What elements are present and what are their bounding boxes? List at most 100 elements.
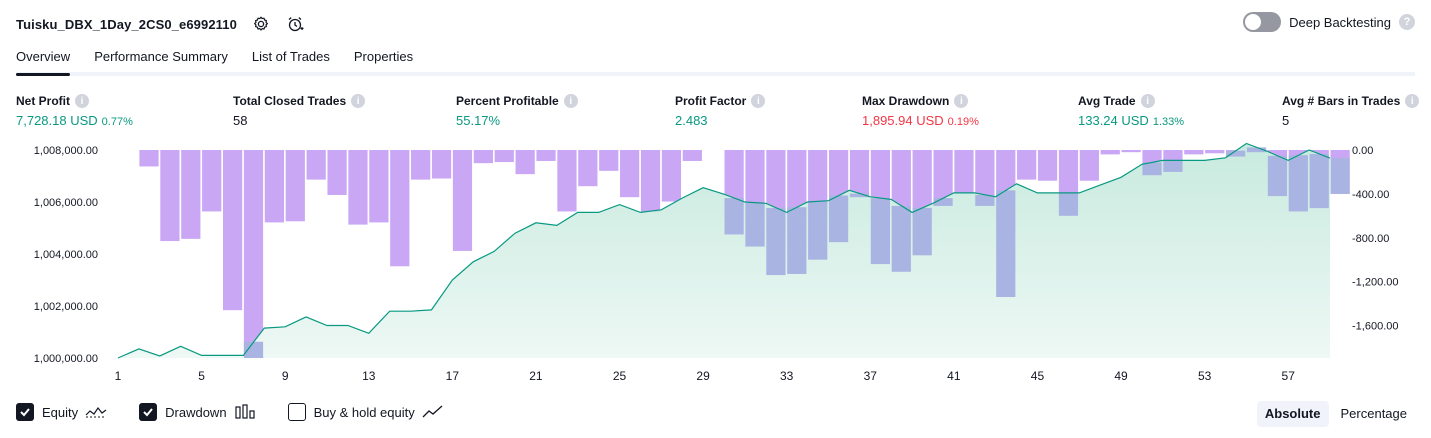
drawdown-bar (1079, 150, 1099, 181)
x-axis-tick: 45 (1031, 369, 1045, 383)
tab-overview[interactable]: Overview (16, 44, 71, 76)
right-axis-tick: -400.00 (1352, 189, 1389, 201)
x-axis: 1 5 9 13 17 21 25 29 33 37 41 45 49 53 57 (115, 369, 1296, 383)
info-icon[interactable]: i (563, 94, 578, 108)
metric-avg-trade: Avg Trade i 133.24 USD 1.33% (1078, 94, 1184, 128)
metric-max-drawdown: Max Drawdown i 1,895.94 USD 0.19% (862, 94, 979, 128)
left-axis-tick: 1,002,000.00 (34, 301, 98, 313)
x-axis-tick: 37 (864, 369, 878, 383)
info-icon[interactable]: i (351, 94, 366, 108)
drawdown-bar (348, 150, 368, 225)
drawdown-bar (473, 150, 493, 164)
drawdown-bar (1017, 150, 1037, 180)
buyhold-line-icon-graphic (422, 405, 443, 418)
drawdown-overlap-bar (1330, 158, 1350, 194)
gear-icon[interactable] (251, 14, 271, 34)
drawdown-bar (202, 150, 222, 212)
check-icon (143, 408, 153, 417)
info-icon[interactable]: i (1140, 94, 1155, 108)
x-axis-tick: 41 (947, 369, 961, 383)
drawdown-bar (1037, 150, 1058, 181)
x-axis-tick: 5 (198, 369, 205, 383)
gear-icon-graphic (253, 16, 268, 31)
right-axis: 0.00 -400.00 -800.00 -1,200.00 -1,600.00 (1352, 145, 1398, 333)
tab-performance-summary[interactable]: Performance Summary (94, 44, 228, 72)
drawdown-bar (578, 150, 598, 187)
x-axis-tick: 17 (446, 369, 460, 383)
drawdown-overlap-bar (724, 198, 744, 235)
equity-toggle[interactable]: Equity (16, 403, 107, 421)
drawdown-bar (682, 150, 702, 161)
tab-properties[interactable]: Properties (354, 44, 413, 72)
left-axis-tick: 1,008,000.00 (34, 145, 98, 157)
absolute-button[interactable]: Absolute (1256, 401, 1329, 427)
left-axis: 1,008,000.00 1,006,000.00 1,004,000.00 1,00… (34, 145, 98, 365)
drawdown-overlap-bar (1267, 155, 1288, 197)
metric-label: Profit Factor (675, 94, 747, 108)
drawdown-bar (515, 150, 535, 175)
drawdown-overlap-bar (787, 207, 807, 274)
drawdown-bar (640, 150, 661, 212)
x-axis-tick: 21 (529, 369, 543, 383)
drawdown-bar (536, 150, 556, 161)
buyhold-checkbox[interactable] (287, 403, 306, 421)
deep-backtesting: Deep Backtesting ? (1243, 12, 1415, 32)
x-axis-tick: 9 (282, 369, 289, 383)
left-axis-tick: 1,000,000.00 (34, 353, 98, 365)
info-icon[interactable]: i (954, 94, 969, 108)
deep-backtesting-toggle[interactable] (1243, 12, 1282, 32)
drawdown-bar (849, 150, 870, 198)
buyhold-toggle[interactable]: Buy & hold equity (287, 403, 444, 421)
metric-value: 2.483 (675, 113, 708, 128)
alarm-clock-plus-icon[interactable] (285, 14, 305, 34)
drawdown-overlap-bar (1288, 155, 1308, 212)
buyhold-label: Buy & hold equity (313, 404, 415, 420)
drawdown-toggle[interactable]: Drawdown (139, 403, 255, 421)
drawdown-bar (390, 150, 410, 267)
toggle-knob (1245, 14, 1262, 30)
info-icon[interactable]: i (1405, 94, 1420, 108)
drawdown-bar (557, 150, 577, 212)
metric-sub-value: 0.77% (101, 116, 133, 128)
metric-label: Net Profit (16, 94, 70, 108)
drawdown-bar (494, 150, 514, 163)
tab-list-of-trades[interactable]: List of Trades (252, 44, 330, 72)
drawdown-bar (954, 150, 974, 193)
drawdown-bar (411, 150, 431, 180)
metric-value: 5 (1282, 113, 1290, 128)
metric-label: Max Drawdown (862, 94, 950, 108)
metric-sub-value: 0.19% (947, 116, 979, 128)
equity-label: Equity (42, 404, 79, 420)
right-axis-tick: -1,600.00 (1352, 321, 1398, 333)
buyhold-line-icon (422, 404, 444, 420)
drawdown-bars-icon-graphic (234, 404, 255, 419)
help-icon[interactable]: ? (1399, 14, 1415, 30)
drawdown-overlap-bar (745, 202, 765, 247)
metric-label: Avg # Bars in Trades (1282, 94, 1401, 108)
info-icon[interactable]: i (75, 94, 89, 108)
x-axis-tick: 49 (1114, 369, 1128, 383)
x-axis-tick: 13 (362, 369, 376, 383)
drawdown-bar (1184, 150, 1204, 155)
info-icon[interactable]: i (751, 94, 766, 108)
drawdown-overlap-bar (996, 190, 1016, 298)
drawdown-bars-icon (234, 404, 256, 420)
x-axis-tick: 29 (696, 369, 710, 383)
metric-label: Percent Profitable (456, 94, 559, 108)
equity-line-icon (85, 404, 107, 420)
equity-checkbox[interactable] (16, 403, 34, 421)
drawdown-bar (160, 150, 180, 242)
deep-backtesting-label: Deep Backtesting (1289, 14, 1391, 30)
drawdown-checkbox[interactable] (139, 403, 158, 421)
drawdown-bar (1121, 150, 1141, 153)
x-axis-tick: 57 (1282, 369, 1296, 383)
drawdown-overlap-bar (1058, 192, 1079, 216)
drawdown-bar (661, 150, 682, 202)
drawdown-bar (222, 150, 243, 311)
drawdown-overlap-bar (808, 201, 828, 260)
alarm-clock-plus-icon-graphic (288, 17, 304, 32)
equity-drawdown-chart[interactable]: 1,008,000.00 1,006,000.00 1,004,000.00 1,00… (0, 140, 1431, 392)
x-axis-tick: 33 (780, 369, 794, 383)
percentage-button[interactable]: Percentage (1333, 401, 1416, 427)
x-axis-tick: 1 (115, 369, 122, 383)
